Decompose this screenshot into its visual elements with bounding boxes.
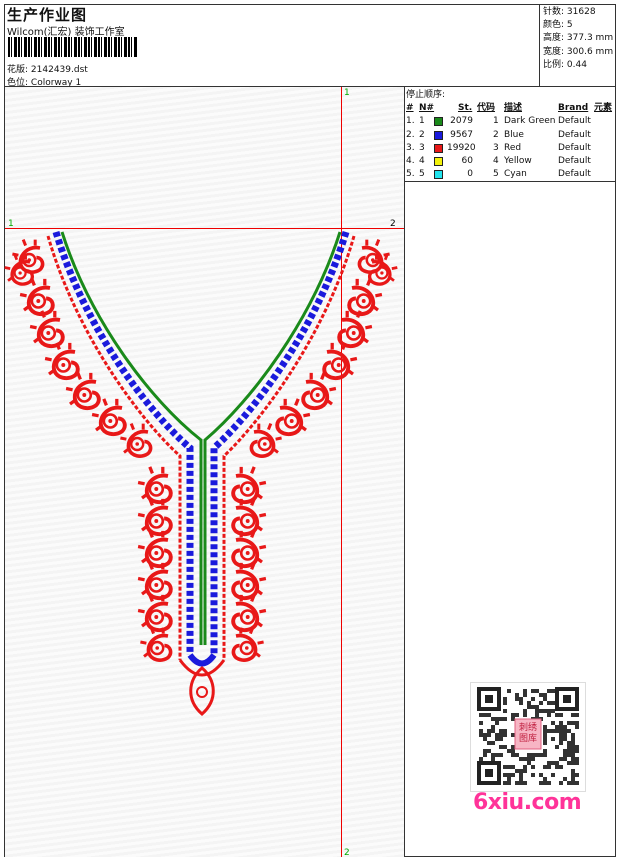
stitch-count: 60 (461, 156, 473, 167)
stitch-count: 2079 (450, 116, 473, 127)
color-code: 5 (493, 169, 499, 180)
stop-sequence-table: 停止顺序: # N# St. 代码 描述 Brand 元素 1. 1 2079 1 Da… (405, 88, 616, 182)
color-description: Dark Green (504, 116, 556, 127)
header-divider (539, 4, 540, 86)
watermark-text: 6xiu.com (473, 790, 582, 815)
qr-code: 刺绣图库 (470, 682, 586, 792)
color-swatch (434, 130, 443, 140)
needle-number: 2 (419, 129, 425, 140)
color-swatch (434, 170, 443, 180)
color-code: 3 (493, 142, 499, 153)
color-count: 颜色: 5 (543, 20, 573, 31)
stitch-count: 19920 (447, 142, 476, 153)
color-description: Blue (504, 129, 524, 140)
design-height: 高度: 377.3 mm (543, 33, 614, 44)
row-number: 4. (406, 156, 415, 167)
row-number: 5. (406, 169, 415, 180)
stats-panel: 针数: 31628 颜色: 5 高度: 377.3 mm 宽度: 300.6 m… (543, 6, 613, 72)
color-swatch (434, 143, 443, 153)
row-number: 1. (406, 116, 415, 127)
color-description: Cyan (504, 169, 527, 180)
color-code: 1 (493, 116, 499, 127)
thread-brand: Default (558, 142, 591, 153)
color-description: Yellow (504, 156, 532, 167)
stitch-count: 9567 (450, 129, 473, 140)
table-row: 2. 2 9567 2 Blue Default (405, 129, 616, 142)
stitch-count: 针数: 31628 (543, 7, 596, 17)
thread-brand: Default (558, 156, 591, 167)
embroidery-neckline (3, 230, 399, 716)
table-row: 1. 1 2079 1 Dark Green Default (405, 115, 616, 128)
needle-number: 4 (419, 156, 425, 167)
color-code: 2 (493, 129, 499, 140)
design-width: 宽度: 300.6 mm (543, 46, 614, 57)
color-swatch (434, 157, 443, 167)
color-description: Red (504, 142, 522, 153)
thread-brand: Default (558, 129, 591, 140)
color-swatch (434, 117, 443, 127)
table-row: 5. 5 0 5 Cyan Default (405, 168, 616, 181)
table-bottom-rule (404, 181, 616, 182)
qr-stamp: 刺绣图库 (518, 723, 537, 744)
stop-sequence-caption: 停止顺序: (406, 90, 446, 100)
thread-brand: Default (558, 169, 591, 180)
row-number: 2. (406, 129, 415, 140)
table-row: 4. 4 60 4 Yellow Default (405, 155, 616, 168)
row-number: 3. (406, 142, 415, 153)
design-scale: 比例: 0.44 (543, 59, 587, 70)
stitch-count: 0 (467, 169, 473, 180)
color-code: 4 (493, 156, 499, 167)
needle-number: 1 (419, 116, 425, 127)
table-header: # N# St. 代码 描述 Brand 元素 (406, 103, 613, 113)
needle-number: 5 (419, 169, 425, 180)
table-row: 3. 3 19920 3 Red Default (405, 142, 616, 155)
needle-number: 3 (419, 142, 425, 153)
thread-brand: Default (558, 116, 591, 127)
